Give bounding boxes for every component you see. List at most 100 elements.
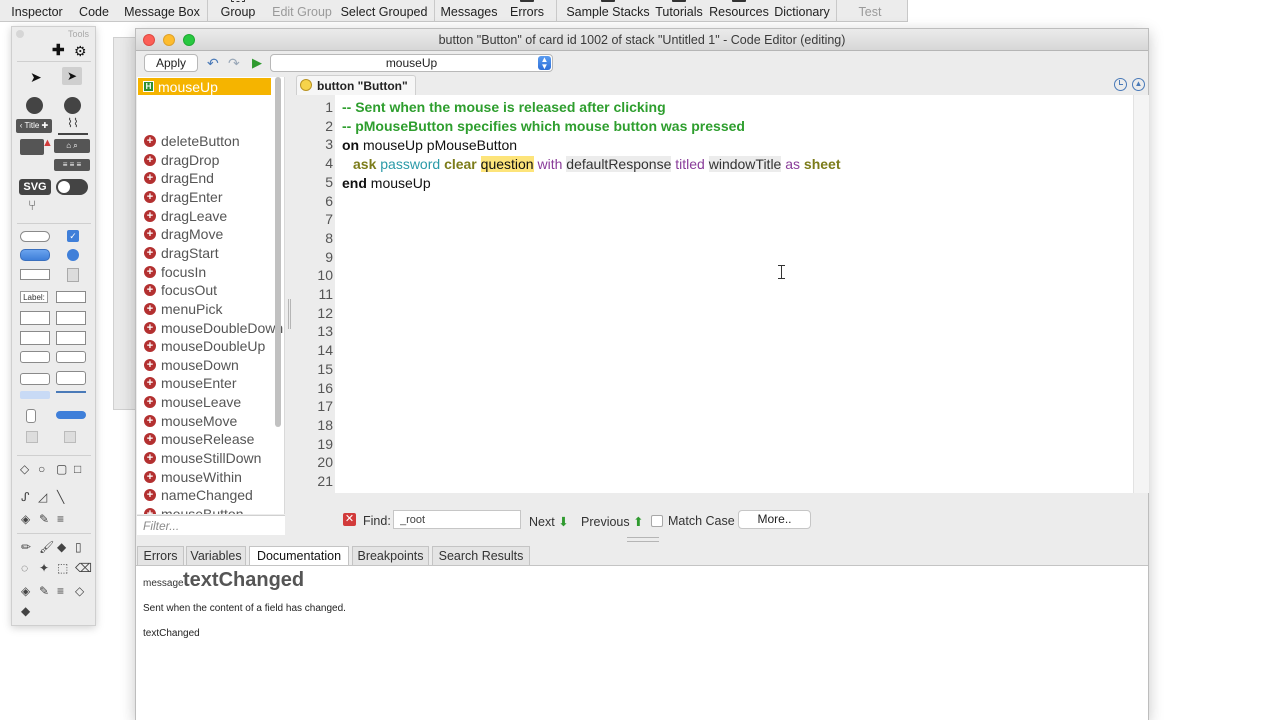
polygon-shape-icon[interactable]: ◿	[38, 491, 47, 503]
toolbar-messages-button[interactable]: Messages	[438, 0, 500, 22]
circle-shape-icon[interactable]: ○	[38, 463, 45, 475]
scrollbar-tool-icon[interactable]	[56, 411, 86, 419]
toolbar-select-grouped-button[interactable]: Select Grouped	[338, 0, 430, 22]
rounded-rect-shape-icon[interactable]: ▢	[56, 463, 67, 475]
option-menu-tool-icon[interactable]	[20, 351, 50, 363]
slider-tool-icon[interactable]	[56, 391, 86, 401]
run-icon[interactable]: ▶	[252, 55, 262, 71]
handler-item-mouseup-selected[interactable]: H mouseUp	[138, 78, 271, 95]
line-shape-icon[interactable]: ╲	[57, 491, 64, 503]
editor-scrollbar[interactable]	[1133, 95, 1149, 493]
toolbar-message-box-button[interactable]: Message Box	[120, 0, 204, 22]
segmented-widget-icon[interactable]: ≡ ≡ ≡	[54, 159, 90, 171]
scrolling-field-small-icon[interactable]	[67, 268, 79, 282]
line-graph-widget-icon[interactable]: ⌇⌇	[58, 117, 88, 135]
browser-widget-icon[interactable]	[20, 139, 44, 155]
rectangle-shape-icon[interactable]: □	[74, 463, 81, 475]
edit-tool-icon[interactable]: ➤	[62, 67, 82, 85]
tab-button-script[interactable]: button "Button"	[296, 75, 416, 95]
handler-item-label: mouseMove	[161, 412, 238, 429]
table-field-tool-icon[interactable]	[56, 311, 86, 325]
handler-select[interactable]: mouseUp ▲ ▼	[270, 54, 553, 72]
magic-wand-icon[interactable]: ✦	[39, 562, 49, 574]
little-arrows-tool-icon[interactable]	[26, 409, 36, 423]
paint-pattern-icon[interactable]: ◇	[75, 585, 84, 597]
image-tool-icon[interactable]	[26, 431, 38, 443]
toolbar-sample-stacks-button[interactable]: Sample Stacks	[563, 0, 653, 22]
bucket-icon[interactable]: ◆	[57, 541, 66, 553]
curve-shape-icon[interactable]: ᔑ	[21, 491, 30, 503]
tab-search-results[interactable]: Search Results	[432, 546, 530, 565]
toolbar-edit-group-button[interactable]: Edit Group	[268, 0, 336, 22]
handler-list-scrollbar[interactable]	[273, 77, 283, 427]
toolbar-code-button[interactable]: Code	[72, 0, 116, 22]
redo-icon[interactable]: ↷	[228, 55, 240, 71]
button-tool-icon[interactable]	[20, 231, 50, 242]
paint-line-size-icon[interactable]: ≡	[57, 585, 64, 597]
rectangle-button-tool-icon[interactable]	[20, 269, 50, 280]
eraser-icon[interactable]: ⌫	[75, 562, 92, 574]
header-bar-widget-icon[interactable]: ‹ Title ✚	[16, 119, 52, 133]
search-widget-icon[interactable]: ⌂ ⌕	[54, 139, 90, 153]
pen-icon[interactable]: ✎	[39, 513, 49, 525]
previous-button[interactable]: Previous ⬆	[581, 514, 644, 529]
toolbar-test-button[interactable]: Test	[846, 0, 894, 22]
paint-diamond-icon[interactable]: ◆	[21, 605, 30, 617]
clock-widget-icon[interactable]	[64, 97, 81, 114]
tab-breakpoints[interactable]: Breakpoints	[352, 546, 429, 565]
paint-fill-icon[interactable]: ◈	[21, 585, 30, 597]
checkbox-tool-icon[interactable]: ✓	[67, 230, 79, 242]
vertical-splitter[interactable]	[288, 299, 291, 329]
brush-icon[interactable]: 🖌︎	[39, 541, 54, 553]
fill-icon[interactable]: ◈	[21, 513, 30, 525]
tab-panel-tool-icon[interactable]	[56, 371, 86, 385]
pointer-tool-icon[interactable]: ➤	[30, 70, 42, 84]
switch-widget-icon[interactable]	[56, 179, 88, 195]
script-editor[interactable]: -- Sent when the mouse is released after…	[335, 95, 1133, 493]
line-size-icon[interactable]: ≡	[57, 513, 64, 525]
add-icon[interactable]: ✚	[52, 43, 65, 58]
toolbar-dictionary-button[interactable]: Dictionary	[771, 0, 833, 22]
toolbar-inspector-button[interactable]: Inspector	[4, 0, 70, 22]
undo-icon[interactable]: ↶	[207, 55, 219, 71]
pencil-icon[interactable]: ✏	[21, 541, 31, 553]
progress-bar-tool-icon[interactable]	[20, 391, 50, 399]
list-field-tool-icon[interactable]	[20, 331, 50, 345]
gear-icon[interactable]: ⚙	[74, 44, 87, 58]
tree-view-widget-icon[interactable]: ⑂	[28, 198, 36, 212]
label-field-tool-icon[interactable]: Label:	[20, 291, 48, 303]
diamond-shape-icon[interactable]: ◇	[20, 463, 29, 475]
horizontal-splitter[interactable]	[627, 537, 659, 542]
paint-pen-icon[interactable]: ✎	[39, 585, 49, 597]
toolbar-resources-button[interactable]: Resources	[707, 0, 771, 22]
combo-box-tool-icon[interactable]	[20, 373, 50, 385]
match-case-checkbox[interactable]	[651, 515, 663, 527]
tab-variables[interactable]: Variables	[186, 546, 246, 565]
default-button-tool-icon[interactable]	[20, 249, 50, 261]
apply-button[interactable]: Apply	[144, 54, 198, 72]
svg-widget-icon[interactable]: SVG	[19, 179, 51, 195]
scrollbar-thumb[interactable]	[275, 77, 281, 427]
collapse-up-icon[interactable]: ▲	[1132, 78, 1145, 91]
find-input[interactable]	[393, 510, 521, 529]
globe-icon[interactable]	[26, 97, 43, 114]
text-field-tool-icon[interactable]	[56, 291, 86, 303]
next-button[interactable]: Next ⬇	[529, 514, 569, 529]
toolbar-errors-button[interactable]: Errors	[506, 0, 548, 22]
radio-tool-icon[interactable]	[67, 249, 79, 261]
toolbar-tutorials-button[interactable]: Tutorials	[653, 0, 705, 22]
toolbar-group-button[interactable]: Group	[214, 0, 262, 22]
data-grid-tool-icon[interactable]	[56, 331, 86, 345]
filter-input[interactable]: Filter...	[137, 515, 285, 535]
history-clock-icon[interactable]	[1114, 78, 1127, 91]
more-button[interactable]: More..	[738, 510, 811, 529]
tab-documentation[interactable]: Documentation	[249, 546, 349, 565]
player-tool-icon[interactable]	[64, 431, 76, 443]
lasso-icon[interactable]: ◌	[21, 562, 28, 574]
tab-errors[interactable]: Errors	[137, 546, 184, 565]
scrolling-field-tool-icon[interactable]	[20, 311, 50, 325]
spray-icon[interactable]: ▯	[75, 541, 82, 553]
pulldown-menu-tool-icon[interactable]	[56, 351, 86, 363]
close-find-icon[interactable]: ✕	[343, 513, 356, 526]
select-marquee-icon[interactable]: ⬚	[57, 562, 68, 574]
